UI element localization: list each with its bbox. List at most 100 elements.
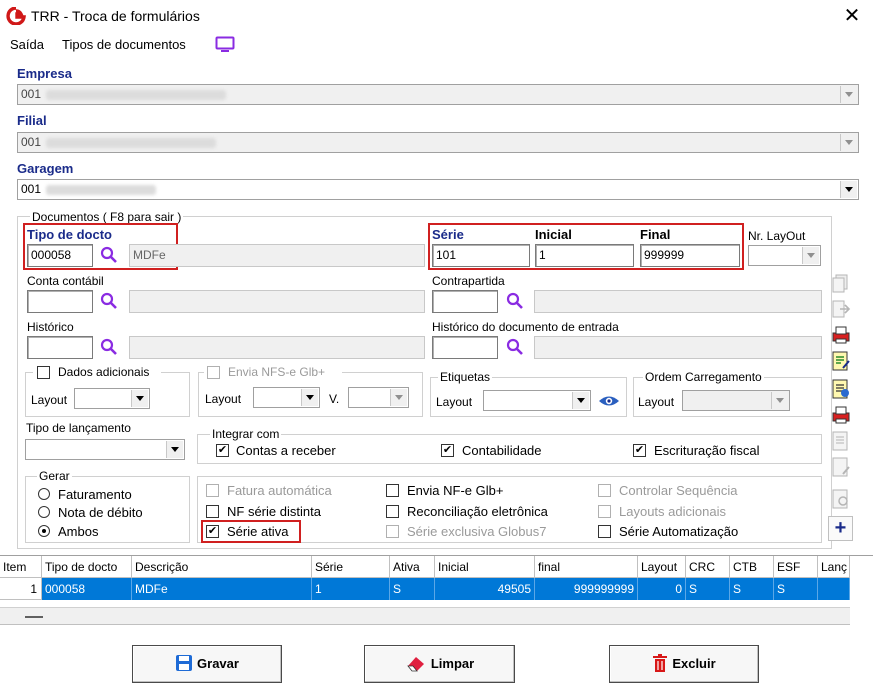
monitor-icon[interactable]: [215, 36, 235, 53]
grid-header-ativa[interactable]: Ativa: [390, 556, 435, 578]
chevron-down-icon[interactable]: [572, 392, 589, 409]
grid-cell-layout[interactable]: 0: [638, 578, 686, 600]
print-icon[interactable]: [830, 404, 852, 426]
grid-cell-serie[interactable]: 1: [312, 578, 390, 600]
search-icon[interactable]: [100, 338, 118, 356]
grid-cell-inicial[interactable]: 49505: [435, 578, 535, 600]
chevron-down-icon[interactable]: [390, 389, 407, 406]
serie-input[interactable]: 101: [432, 244, 530, 267]
grid-cell-ctb[interactable]: S: [730, 578, 774, 600]
search-icon[interactable]: [100, 292, 118, 310]
envia-nfse-v-select[interactable]: [348, 387, 409, 408]
grid-cell-final[interactable]: 999999999: [535, 578, 638, 600]
serie-exclusiva-checkbox: [386, 525, 399, 538]
eye-icon[interactable]: [598, 393, 620, 409]
tipo-lancamento-select[interactable]: [25, 439, 185, 460]
faturamento-radio[interactable]: [38, 488, 50, 500]
grid-scrollbar[interactable]: [0, 608, 850, 625]
scroll-thumb[interactable]: [25, 616, 43, 618]
chevron-down-icon[interactable]: [840, 86, 857, 103]
chevron-down-icon[interactable]: [131, 390, 148, 407]
filial-value: 001: [21, 135, 42, 149]
grid-cell-crc[interactable]: S: [686, 578, 730, 600]
nr-layout-select[interactable]: [748, 245, 821, 266]
tipo-docto-desc-field: MDFe: [129, 244, 425, 267]
menu-saida[interactable]: Saída: [10, 37, 44, 52]
search-icon[interactable]: [506, 292, 524, 310]
search-icon[interactable]: [506, 338, 524, 356]
chevron-down-icon[interactable]: [802, 247, 819, 264]
reconciliacao-checkbox[interactable]: [386, 505, 399, 518]
serie-automatizacao-checkbox[interactable]: [598, 525, 611, 538]
grid-cell-tipo[interactable]: 000058: [42, 578, 132, 600]
chevron-down-icon[interactable]: [301, 389, 318, 406]
grid-header-serie[interactable]: Série: [312, 556, 390, 578]
grid-header-crc[interactable]: CRC: [686, 556, 730, 578]
grid-header-item[interactable]: Item: [0, 556, 42, 578]
contabilidade-label: Contabilidade: [462, 443, 542, 458]
grid-header-final[interactable]: final: [535, 556, 638, 578]
garagem-select[interactable]: 001: [17, 179, 859, 200]
empresa-select[interactable]: 001: [17, 84, 859, 105]
redacted-text: [46, 138, 216, 148]
close-icon[interactable]: ✕: [838, 2, 866, 30]
report-edit-icon[interactable]: [830, 350, 852, 372]
contas-receber-checkbox[interactable]: ✔: [216, 444, 229, 457]
gravar-button[interactable]: Gravar: [132, 645, 282, 683]
grid-cell-lanc[interactable]: [818, 578, 850, 600]
etiquetas-layout-select[interactable]: [483, 390, 591, 411]
historico-input[interactable]: [27, 336, 93, 359]
serie-exclusiva-label: Série exclusiva Globus7: [407, 524, 547, 539]
report-list-icon[interactable]: [830, 378, 852, 400]
final-input[interactable]: 999999: [640, 244, 740, 267]
grid-header-ctb[interactable]: CTB: [730, 556, 774, 578]
excluir-button[interactable]: Excluir: [609, 645, 759, 683]
envia-nfse-layout-select[interactable]: [253, 387, 320, 408]
grid-header-lanc[interactable]: Lanç: [818, 556, 850, 578]
nota-debito-label: Nota de débito: [58, 505, 143, 520]
chevron-down-icon[interactable]: [840, 134, 857, 151]
serie-label: Série: [432, 227, 464, 242]
controlar-sequencia-checkbox: [598, 484, 611, 497]
print-red-icon[interactable]: [830, 324, 852, 346]
conta-contabil-input[interactable]: [27, 290, 93, 313]
search-icon[interactable]: [100, 246, 118, 264]
grid-cell-descricao[interactable]: MDFe: [132, 578, 312, 600]
chevron-down-icon[interactable]: [771, 392, 788, 409]
grid-cell-ativa[interactable]: S: [390, 578, 435, 600]
grid-row-indicator[interactable]: 1: [0, 578, 42, 600]
grid-header-esf[interactable]: ESF: [774, 556, 818, 578]
grid-header-inicial[interactable]: Inicial: [435, 556, 535, 578]
ambos-radio[interactable]: [38, 525, 50, 537]
ordem-carregamento-layout-select[interactable]: [682, 390, 790, 411]
gerar-title: Gerar: [37, 469, 72, 483]
chevron-down-icon[interactable]: [840, 181, 857, 198]
redacted-text: [46, 185, 156, 195]
contabilidade-checkbox[interactable]: ✔: [441, 444, 454, 457]
contrapartida-input[interactable]: [432, 290, 498, 313]
envia-nfe-label: Envia NF-e Glb+: [407, 483, 504, 498]
limpar-button[interactable]: Limpar: [364, 645, 515, 683]
grid-header-tipo[interactable]: Tipo de docto: [42, 556, 132, 578]
chevron-down-icon[interactable]: [166, 441, 183, 458]
nf-serie-distinta-checkbox[interactable]: [206, 505, 219, 518]
documentos-group-title: Documentos ( F8 para sair ): [30, 210, 184, 224]
historico-entrada-input[interactable]: [432, 336, 498, 359]
grid-header-layout[interactable]: Layout: [638, 556, 686, 578]
nota-debito-radio[interactable]: [38, 506, 50, 518]
menu-tipos-documentos[interactable]: Tipos de documentos: [62, 37, 186, 52]
envia-nfse-layout-label: Layout: [205, 392, 242, 406]
dados-adicionais-checkbox[interactable]: [37, 366, 50, 379]
final-label: Final: [640, 227, 671, 242]
serie-ativa-checkbox[interactable]: ✔: [206, 525, 219, 538]
tipo-docto-code-input[interactable]: 000058: [27, 244, 93, 267]
grid-cell-esf[interactable]: S: [774, 578, 818, 600]
escrituracao-fiscal-checkbox[interactable]: ✔: [633, 444, 646, 457]
grid-header-descricao[interactable]: Descrição: [132, 556, 312, 578]
filial-select[interactable]: 001: [17, 132, 859, 153]
historico-label: Histórico: [27, 320, 74, 334]
inicial-input[interactable]: 1: [535, 244, 634, 267]
envia-nfe-checkbox[interactable]: [386, 484, 399, 497]
dados-adicionais-layout-select[interactable]: [74, 388, 150, 409]
add-icon[interactable]: +: [828, 516, 853, 541]
